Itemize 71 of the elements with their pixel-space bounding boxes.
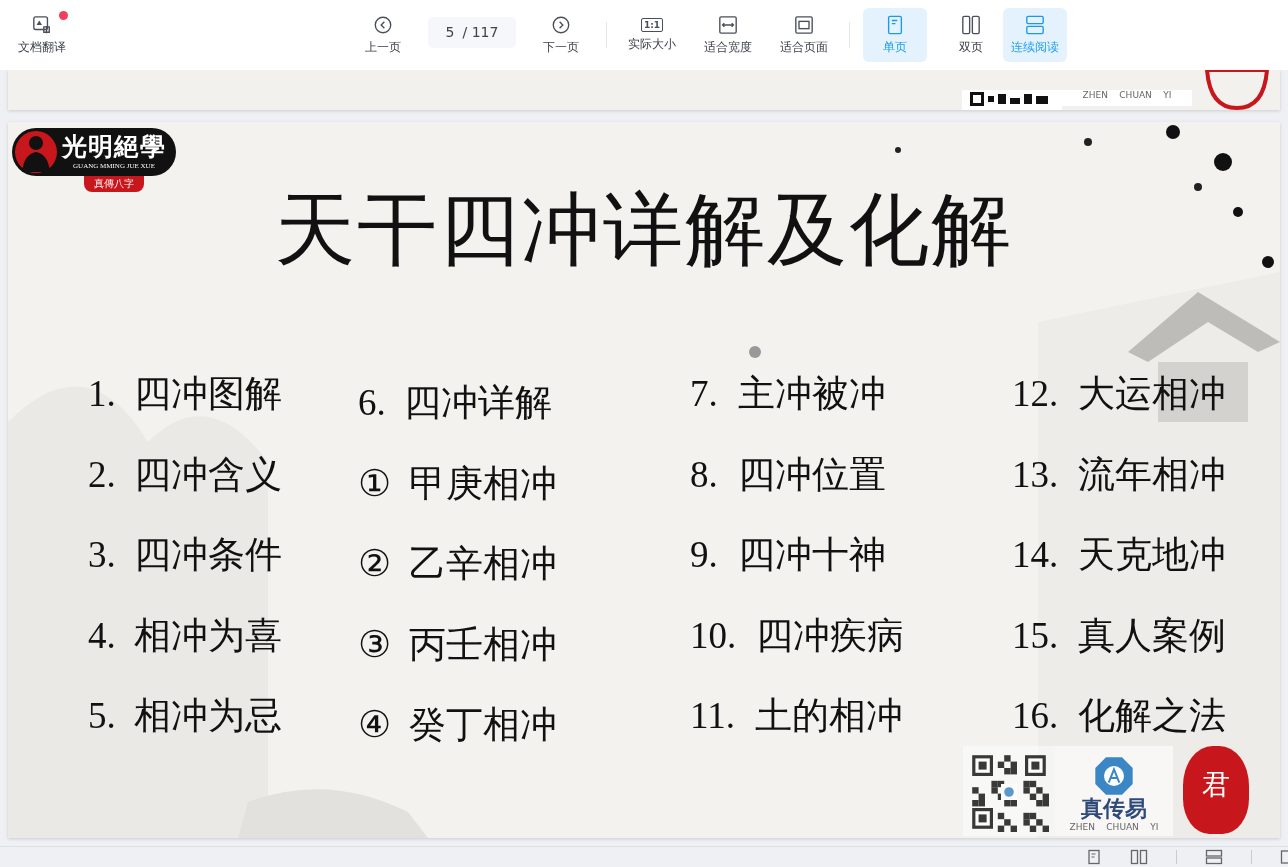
item-number: 1. bbox=[88, 372, 116, 416]
single-page-icon[interactable] bbox=[1086, 849, 1102, 865]
item-number: 2. bbox=[88, 452, 116, 497]
fit-page-icon bbox=[794, 14, 814, 35]
item-number: ② bbox=[358, 542, 391, 586]
item-number: 4. bbox=[88, 613, 116, 658]
topic-text: 流年相冲 bbox=[1078, 452, 1227, 497]
item-number: 14. bbox=[1012, 533, 1059, 577]
item-number: 6. bbox=[358, 381, 386, 425]
topic-text: 癸丁相冲 bbox=[409, 703, 557, 747]
item-number: 10. bbox=[690, 613, 737, 658]
topic-text: 四冲含义 bbox=[133, 452, 282, 497]
item-number: 8. bbox=[690, 452, 718, 497]
page-nav-button[interactable]: 上一页 bbox=[351, 8, 415, 62]
continuous-page-icon[interactable] bbox=[1205, 849, 1223, 865]
topic-text: 土的相冲 bbox=[754, 694, 903, 738]
slide-title: 天干四冲详解及化解 bbox=[275, 185, 1013, 276]
zoom-button[interactable]: 适合宽度 bbox=[696, 8, 760, 62]
page-nav-button[interactable]: 下一页 bbox=[529, 8, 593, 62]
item-number: 13. bbox=[1012, 452, 1059, 497]
topic-text: 相冲为忌 bbox=[133, 694, 282, 738]
item-number: 3. bbox=[88, 533, 116, 577]
page-number-field[interactable]: 5 / 117 bbox=[428, 16, 516, 48]
topic-text: 甲庚相冲 bbox=[409, 461, 557, 506]
translate-icon bbox=[32, 14, 52, 35]
fit-width-icon bbox=[718, 14, 738, 35]
topic-text: 四冲位置 bbox=[737, 452, 886, 497]
topic-text: 丙壬相冲 bbox=[409, 622, 557, 667]
seal-icon bbox=[1202, 70, 1272, 110]
continuous-page-icon bbox=[1025, 14, 1045, 35]
view-mode-tab[interactable]: 双页 bbox=[939, 8, 1003, 62]
topic-text: 相冲为喜 bbox=[133, 613, 282, 658]
previous-icon bbox=[373, 14, 393, 35]
topic-text: 化解之法 bbox=[1078, 694, 1227, 738]
topic-text: 乙辛相冲 bbox=[409, 542, 557, 586]
item-number: 16. bbox=[1012, 694, 1059, 738]
topic-text: 四冲疾病 bbox=[756, 613, 905, 658]
item-number: ④ bbox=[358, 703, 391, 747]
topic-text: 天克地冲 bbox=[1078, 533, 1227, 577]
item-number: 12. bbox=[1012, 372, 1059, 416]
topic-text: 四冲条件 bbox=[133, 533, 282, 577]
topic-text: 大运相冲 bbox=[1078, 372, 1227, 416]
seal-character: 君 bbox=[1202, 768, 1230, 802]
brand-subtitle: ZHEN CHUAN YI bbox=[1082, 90, 1172, 100]
next-icon bbox=[551, 14, 571, 35]
translate-button[interactable]: 文档翻译 bbox=[10, 8, 74, 62]
brand-name: 真传易 bbox=[1081, 796, 1147, 822]
topic-text: 四冲详解 bbox=[403, 381, 552, 425]
zoom-button[interactable]: 适合页面 bbox=[772, 8, 836, 62]
actual-size-icon[interactable] bbox=[1280, 849, 1288, 865]
item-number: 15. bbox=[1012, 613, 1059, 658]
ratio-label: 1:1 bbox=[640, 17, 664, 32]
logo-title: 光明絕學 bbox=[62, 133, 166, 161]
logo-tag: 真傳八字 bbox=[84, 176, 144, 192]
item-number: ① bbox=[358, 461, 391, 506]
item-number: ③ bbox=[358, 622, 391, 667]
brand-subtitle: ZHEN CHUAN YI bbox=[1069, 822, 1159, 832]
double-page-icon[interactable] bbox=[1130, 849, 1148, 865]
item-number: 7. bbox=[690, 372, 718, 416]
single-page-icon bbox=[885, 14, 905, 35]
bagua-logo-icon bbox=[1094, 756, 1134, 796]
topic-text: 主冲被冲 bbox=[737, 372, 886, 416]
double-page-icon bbox=[961, 14, 981, 35]
topic-text: 四冲图解 bbox=[133, 372, 282, 416]
item-number: 9. bbox=[690, 533, 718, 577]
item-number: 11. bbox=[690, 694, 735, 738]
qr-code-icon bbox=[963, 746, 1055, 836]
topic-text: 真人案例 bbox=[1078, 613, 1227, 658]
topic-text: 四冲十神 bbox=[737, 533, 886, 577]
item-number: 5. bbox=[88, 694, 116, 738]
zoom-button[interactable]: 1:1 实际大小 bbox=[620, 8, 684, 62]
